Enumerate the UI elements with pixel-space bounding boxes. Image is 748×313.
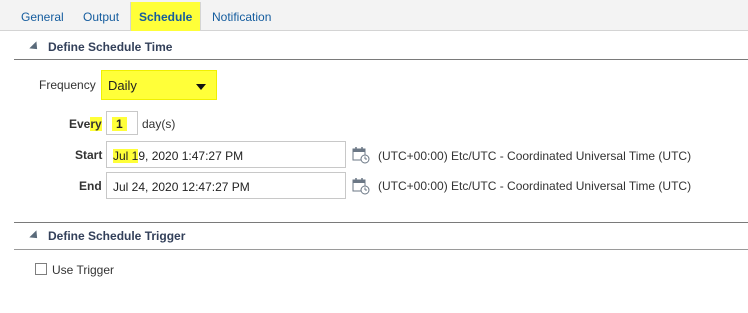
every-label: Every xyxy=(69,117,102,131)
use-trigger-checkbox[interactable] xyxy=(35,263,47,275)
every-unit-label: day(s) xyxy=(142,117,176,131)
calendar-icon[interactable] xyxy=(352,177,370,195)
start-datetime-value-part-a: Jul 1 xyxy=(113,149,139,163)
frequency-selected-value: Daily xyxy=(108,78,137,93)
section-title-schedule-time: Define Schedule Time xyxy=(48,40,173,54)
section-divider xyxy=(14,249,748,250)
frequency-select[interactable]: Daily xyxy=(101,70,217,100)
collapse-triangle-icon[interactable] xyxy=(29,41,41,53)
calendar-icon[interactable] xyxy=(352,146,370,164)
tab-notification[interactable]: Notification xyxy=(212,10,271,24)
tab-general[interactable]: General xyxy=(21,10,64,24)
tab-output[interactable]: Output xyxy=(83,10,119,24)
section-header-schedule-time[interactable]: Define Schedule Time xyxy=(14,33,748,61)
tab-bar: General Output Schedule Notification xyxy=(0,0,748,31)
start-datetime-value: Jul 19, 2020 1:47:27 PM xyxy=(113,149,243,163)
use-trigger-label[interactable]: Use Trigger xyxy=(52,263,114,277)
end-datetime-value: Jul 24, 2020 12:47:27 PM xyxy=(113,180,250,194)
frequency-label: Frequency xyxy=(39,78,96,92)
section-header-schedule-trigger[interactable]: Define Schedule Trigger xyxy=(14,222,748,250)
start-label: Start xyxy=(75,148,103,162)
start-datetime-value-part-b: 9, 2020 1:47:27 PM xyxy=(138,149,244,163)
every-interval-value: 1 xyxy=(112,117,127,131)
section-divider xyxy=(14,59,748,60)
end-label: End xyxy=(79,179,102,193)
every-label-part-b: ry xyxy=(90,117,102,131)
chevron-down-icon[interactable] xyxy=(196,84,206,90)
every-interval-input[interactable]: 1 xyxy=(106,111,138,135)
start-datetime-input[interactable]: Jul 19, 2020 1:47:27 PM xyxy=(106,141,346,168)
end-timezone-label: (UTC+00:00) Etc/UTC - Coordinated Univer… xyxy=(378,179,692,193)
start-timezone-label: (UTC+00:00) Etc/UTC - Coordinated Univer… xyxy=(378,149,692,163)
collapse-triangle-icon[interactable] xyxy=(29,230,41,242)
every-label-part-a: Eve xyxy=(69,117,91,131)
tab-schedule[interactable]: Schedule xyxy=(130,2,202,31)
end-datetime-input[interactable]: Jul 24, 2020 12:47:27 PM xyxy=(106,172,346,199)
section-title-schedule-trigger: Define Schedule Trigger xyxy=(48,229,186,243)
